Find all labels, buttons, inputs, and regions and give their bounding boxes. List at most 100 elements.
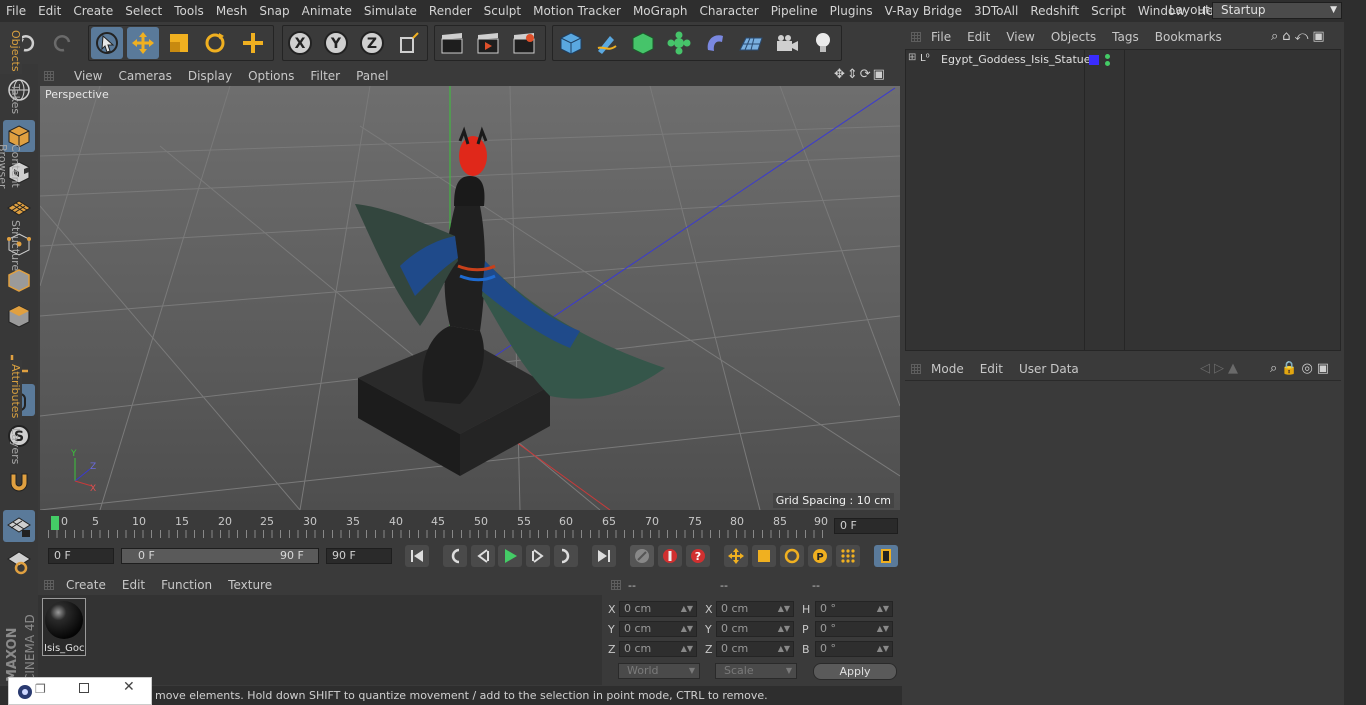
material-item[interactable]: Isis_Goc [42, 598, 86, 656]
tab-objects[interactable]: Objects [0, 26, 22, 74]
apply-button[interactable]: Apply [813, 663, 897, 680]
attribute-nav-arrows[interactable]: ◁▷▲ [1200, 361, 1242, 376]
menu-character[interactable]: Character [693, 0, 764, 22]
deformer-button[interactable] [699, 27, 731, 59]
render-settings-button[interactable] [508, 27, 540, 59]
attribute-menu-edit[interactable]: Edit [972, 362, 1011, 376]
menu-select[interactable]: Select [119, 0, 168, 22]
viewport-navigation-icons[interactable]: ✥⇕⟳▣ [834, 67, 887, 82]
key-parameter-button[interactable]: P [808, 545, 832, 567]
render-view-button[interactable] [436, 27, 468, 59]
coordinate-mode-select[interactable]: World ▼ [618, 663, 700, 679]
tab-takes[interactable]: Takes [0, 80, 22, 116]
menu-snap[interactable]: Snap [253, 0, 295, 22]
key-point-level-button[interactable] [836, 545, 860, 567]
end-frame-field[interactable]: 90 F [326, 548, 392, 564]
object-menu-view[interactable]: View [998, 30, 1042, 44]
record-disabled-button[interactable] [630, 545, 654, 567]
material-menu-function[interactable]: Function [153, 578, 220, 592]
object-menu-tags[interactable]: Tags [1104, 30, 1147, 44]
rotation-p-field[interactable]: 0 ° ▲▼ [815, 621, 893, 637]
size-mode-select[interactable]: Scale ▼ [715, 663, 797, 679]
render-visibility-dot[interactable] [1105, 61, 1110, 66]
close-icon[interactable]: ✕ [123, 679, 135, 695]
menu-sculpt[interactable]: Sculpt [478, 0, 527, 22]
key-rotation-button[interactable] [780, 545, 804, 567]
cube-button[interactable] [555, 27, 587, 59]
attribute-menu-mode[interactable]: Mode [923, 362, 972, 376]
editor-visibility-dot[interactable] [1105, 54, 1110, 59]
expand-icon[interactable]: ⊞ [908, 52, 916, 63]
material-menu-texture[interactable]: Texture [220, 578, 280, 592]
size-z-field[interactable]: 0 cm ▲▼ [716, 641, 794, 657]
play-button[interactable] [498, 545, 522, 567]
rotate-tool-button[interactable] [199, 27, 231, 59]
attribute-tool-icons[interactable]: ⌕🔒◎▣ [1270, 361, 1333, 376]
coordinate-system-button[interactable] [393, 27, 425, 59]
menu-redshift[interactable]: Redshift [1024, 0, 1085, 22]
menu-create[interactable]: Create [67, 0, 119, 22]
polygon-mode-button[interactable] [3, 300, 35, 332]
viewport-menu-options[interactable]: Options [240, 69, 302, 83]
tab-attributes[interactable]: Attributes [0, 360, 22, 420]
workplane-lock-button[interactable] [3, 510, 35, 542]
light-button[interactable] [807, 27, 839, 59]
menu-file[interactable]: File [0, 0, 32, 22]
x-axis-button[interactable]: X [284, 27, 316, 59]
object-menu-objects[interactable]: Objects [1043, 30, 1104, 44]
camera-button[interactable] [771, 27, 803, 59]
viewport-menu-display[interactable]: Display [180, 69, 240, 83]
current-frame-field[interactable]: 0 F [834, 518, 898, 534]
tab-layers[interactable]: Layers [0, 424, 22, 464]
tab-content-browser[interactable]: Content Browser [0, 120, 22, 212]
object-menu-edit[interactable]: Edit [959, 30, 998, 44]
menu-simulate[interactable]: Simulate [358, 0, 423, 22]
position-z-field[interactable]: 0 cm ▲▼ [619, 641, 697, 657]
go-to-start-button[interactable] [405, 545, 429, 567]
playhead-marker[interactable] [51, 516, 59, 530]
redo-button[interactable] [46, 27, 78, 59]
restore-icon[interactable]: ❐ [35, 682, 46, 696]
key-position-button[interactable] [724, 545, 748, 567]
previous-key-button[interactable] [443, 545, 467, 567]
tab-structure[interactable]: Structure [0, 216, 22, 274]
transform-tool-button[interactable] [237, 27, 269, 59]
menu-edit[interactable]: Edit [32, 0, 67, 22]
position-x-field[interactable]: 0 cm ▲▼ [619, 601, 697, 617]
viewport-menu-cameras[interactable]: Cameras [110, 69, 179, 83]
perspective-viewport[interactable]: Y Z X Perspective Grid Spacing : 10 cm [40, 86, 900, 510]
object-manager-nav-icons[interactable]: ⌕⌂⤺▣ [1271, 29, 1329, 44]
menu-plugins[interactable]: Plugins [824, 0, 879, 22]
next-key-button[interactable] [554, 545, 578, 567]
menu-mesh[interactable]: Mesh [210, 0, 254, 22]
menu-tools[interactable]: Tools [168, 0, 210, 22]
go-to-end-button[interactable] [592, 545, 616, 567]
timeline-window-button[interactable] [874, 545, 898, 567]
attribute-menu-user-data[interactable]: User Data [1011, 362, 1087, 376]
live-selection-button[interactable] [91, 27, 123, 59]
menu-vray-bridge[interactable]: V-Ray Bridge [879, 0, 968, 22]
y-axis-button[interactable]: Y [320, 27, 352, 59]
z-axis-button[interactable]: Z [356, 27, 388, 59]
render-to-picture-viewer-button[interactable] [472, 27, 504, 59]
viewport-menu-view[interactable]: View [66, 69, 110, 83]
locked-workplane-button[interactable] [3, 546, 35, 578]
autokeying-button[interactable]: ? [686, 545, 710, 567]
rotation-h-field[interactable]: 0 ° ▲▼ [815, 601, 893, 617]
next-frame-button[interactable] [526, 545, 550, 567]
layer-color-swatch[interactable] [1089, 55, 1099, 65]
position-y-field[interactable]: 0 cm ▲▼ [619, 621, 697, 637]
subdivision-surface-button[interactable] [627, 27, 659, 59]
maximize-icon[interactable] [79, 683, 89, 693]
move-tool-button[interactable] [127, 27, 159, 59]
layout-select[interactable]: Startup ▼ [1212, 2, 1342, 19]
cloner-button[interactable] [663, 27, 695, 59]
menu-motion-tracker[interactable]: Motion Tracker [527, 0, 627, 22]
size-y-field[interactable]: 0 cm ▲▼ [716, 621, 794, 637]
menu-render[interactable]: Render [423, 0, 478, 22]
record-active-objects-button[interactable] [658, 545, 682, 567]
rotation-b-field[interactable]: 0 ° ▲▼ [815, 641, 893, 657]
menu-script[interactable]: Script [1085, 0, 1132, 22]
object-menu-file[interactable]: File [923, 30, 959, 44]
object-menu-bookmarks[interactable]: Bookmarks [1147, 30, 1230, 44]
